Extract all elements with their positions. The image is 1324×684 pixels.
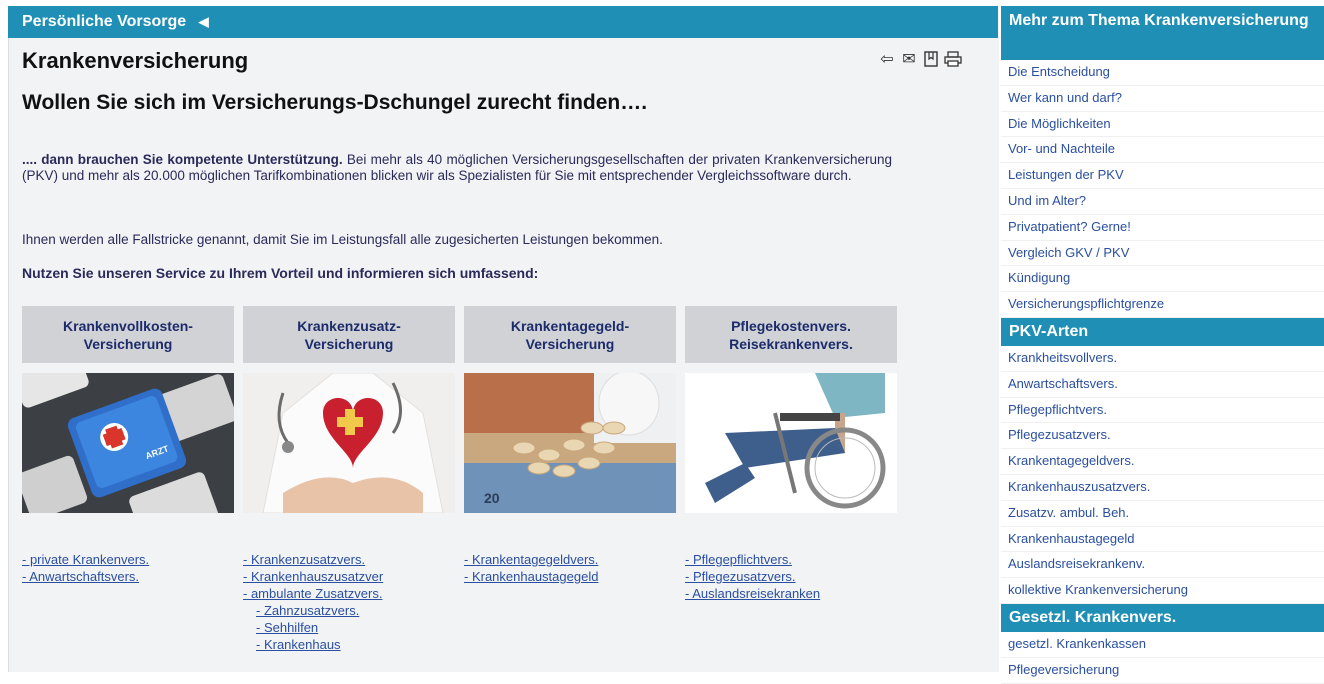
column-header: Krankenzusatz- Versicherung: [243, 306, 455, 363]
sidebar-item-leistungen[interactable]: Leistungen der PKV: [1001, 163, 1324, 189]
sidebar-item-wer-kann[interactable]: Wer kann und darf?: [1001, 86, 1324, 112]
link-krankenhaustagegeld[interactable]: - Krankenhaustagegeld: [464, 568, 676, 585]
link-krankenhauszusatzver[interactable]: - Krankenhauszusatzver: [243, 568, 455, 585]
link-anwartschaftsvers[interactable]: - Anwartschaftsvers.: [22, 568, 234, 585]
sidebar-list: gesetzl. Krankenkassen Pflegeversicherun…: [1001, 632, 1324, 684]
sidebar-item-vor-nachteile[interactable]: Vor- und Nachteile: [1001, 137, 1324, 164]
sidebar-item-anwartschaftsvers[interactable]: Anwartschaftsvers.: [1001, 372, 1324, 398]
link-pflegepflichtvers[interactable]: - Pflegepflichtvers.: [685, 551, 897, 568]
sidebar-list: Die Entscheidung Wer kann und darf? Die …: [1001, 60, 1324, 318]
link-zahnzusatzvers[interactable]: - Zahnzusatzvers.: [243, 602, 455, 619]
sidebar-item-moeglichkeiten[interactable]: Die Möglichkeiten: [1001, 112, 1324, 138]
column-krankentagegeld: Krankentagegeld- Versicherung 20 - Krank…: [464, 306, 676, 585]
sidebar-item-kuendigung[interactable]: Kündigung: [1001, 266, 1324, 293]
svg-text:20: 20: [484, 490, 500, 506]
sidebar-item-krankheitsvollvers[interactable]: Krankheitsvollvers.: [1001, 346, 1324, 372]
link-krankenhaus[interactable]: - Krankenhaus: [243, 636, 455, 653]
link-krankentagegeldvers[interactable]: - Krankentagegeldvers.: [464, 551, 676, 568]
column-header-line2: Reisekrankenvers.: [729, 335, 853, 352]
column-links: - Pflegepflichtvers. - Pflegezusatzvers.…: [685, 551, 897, 602]
sidebar-section-title: Mehr zum Thema Krankenversicherung: [1001, 6, 1324, 60]
keyboard-arzt-image: ARZT: [22, 373, 234, 513]
column-pflegekosten: Pflegekostenvers. Reisekrankenvers. - Pfl…: [685, 306, 897, 602]
column-krankenzusatz: Krankenzusatz- Versicherung - Krankenzusa…: [243, 306, 455, 653]
print-icon[interactable]: [944, 51, 962, 69]
service-paragraph: Nutzen Sie unseren Service zu Ihrem Vort…: [22, 265, 539, 281]
link-ambulante-zusatzvers[interactable]: - ambulante Zusatzvers.: [243, 585, 455, 602]
breadcrumb[interactable]: Persönliche Vorsorge ◀: [8, 6, 998, 38]
bookmark-icon[interactable]: [922, 51, 940, 69]
column-header-line2: Versicherung: [525, 335, 615, 352]
sidebar-item-vergleich[interactable]: Vergleich GKV / PKV: [1001, 241, 1324, 267]
wheelchair-image: [685, 373, 897, 513]
sidebar-item-krankenhaustagegeld[interactable]: Krankenhaustagegeld: [1001, 527, 1324, 553]
page-title: Krankenversicherung: [22, 48, 249, 73]
sidebar-item-pflichtgrenze[interactable]: Versicherungspflichtgrenze: [1001, 292, 1324, 318]
back-arrow-icon[interactable]: ⇦: [878, 51, 896, 69]
column-header-line1: Krankenvollkosten-: [63, 317, 193, 334]
sidebar-item-privatpatient[interactable]: Privatpatient? Gerne!: [1001, 215, 1324, 241]
info-paragraph: Ihnen werden alle Fallstricke genannt, d…: [22, 232, 663, 247]
column-header-line1: Pflegekostenvers.: [731, 317, 851, 334]
pills-money-image: 20: [464, 373, 676, 513]
sidebar-item-kollektive[interactable]: kollektive Krankenversicherung: [1001, 578, 1324, 604]
intro-bold: .... dann brauchen Sie kompetente Unters…: [22, 152, 343, 167]
link-pflegezusatzvers[interactable]: - Pflegezusatzvers.: [685, 568, 897, 585]
column-header-line1: Krankenzusatz-: [297, 317, 401, 334]
sidebar-item-zusatzv-ambul[interactable]: Zusatzv. ambul. Beh.: [1001, 501, 1324, 527]
column-krankenvollkosten: Krankenvollkosten- Versicherung ARZT - p…: [22, 306, 234, 585]
column-links: - Krankentagegeldvers. - Krankenhaustage…: [464, 551, 676, 585]
sidebar-list: Krankheitsvollvers. Anwartschaftsvers. P…: [1001, 346, 1324, 604]
column-header: Krankentagegeld- Versicherung: [464, 306, 676, 363]
column-header-line1: Krankentagegeld-: [510, 317, 630, 334]
column-links: - private Krankenvers. - Anwartschaftsve…: [22, 551, 234, 585]
sidebar: Mehr zum Thema Krankenversicherung Die E…: [1001, 6, 1324, 684]
headline: Wollen Sie sich im Versicherungs-Dschung…: [22, 91, 648, 114]
column-header-line2: Versicherung: [304, 335, 394, 352]
page-toolbar: ⇦ ✉: [878, 51, 962, 69]
sidebar-item-krankenhauszusatzvers[interactable]: Krankenhauszusatzvers.: [1001, 475, 1324, 501]
link-auslandsreisekranken[interactable]: - Auslandsreisekranken: [685, 585, 897, 602]
column-links: - Krankenzusatzvers. - Krankenhauszusatz…: [243, 551, 455, 653]
collapse-arrow-icon[interactable]: ◀: [199, 14, 209, 30]
sidebar-item-pflegepflichtvers[interactable]: Pflegepflichtvers.: [1001, 398, 1324, 424]
link-krankenzusatzvers[interactable]: - Krankenzusatzvers.: [243, 551, 455, 568]
sidebar-item-auslandsreise[interactable]: Auslandsreisekrankenv.: [1001, 552, 1324, 579]
sidebar-item-alter[interactable]: Und im Alter?: [1001, 189, 1324, 215]
sidebar-item-entscheidung[interactable]: Die Entscheidung: [1001, 60, 1324, 86]
sidebar-item-krankentagegeldvers[interactable]: Krankentagegeldvers.: [1001, 449, 1324, 475]
column-header: Krankenvollkosten- Versicherung: [22, 306, 234, 363]
sidebar-item-pflegeversicherung[interactable]: Pflegeversicherung: [1001, 658, 1324, 684]
column-header: Pflegekostenvers. Reisekrankenvers.: [685, 306, 897, 363]
sidebar-item-pflegezusatzvers[interactable]: Pflegezusatzvers.: [1001, 423, 1324, 450]
link-private-krankenvers[interactable]: - private Krankenvers.: [22, 551, 234, 568]
doctor-heart-image: [243, 373, 455, 513]
sidebar-item-gesetzl-kassen[interactable]: gesetzl. Krankenkassen: [1001, 632, 1324, 658]
breadcrumb-label[interactable]: Persönliche Vorsorge: [22, 13, 186, 30]
link-sehhilfen[interactable]: - Sehhilfen: [243, 619, 455, 636]
intro-paragraph: .... dann brauchen Sie kompetente Unters…: [22, 152, 892, 184]
email-icon[interactable]: ✉: [900, 51, 918, 69]
sidebar-section-title: PKV-Arten: [1001, 317, 1324, 346]
column-header-line2: Versicherung: [83, 335, 173, 352]
sidebar-section-title: Gesetzl. Krankenvers.: [1001, 603, 1324, 632]
